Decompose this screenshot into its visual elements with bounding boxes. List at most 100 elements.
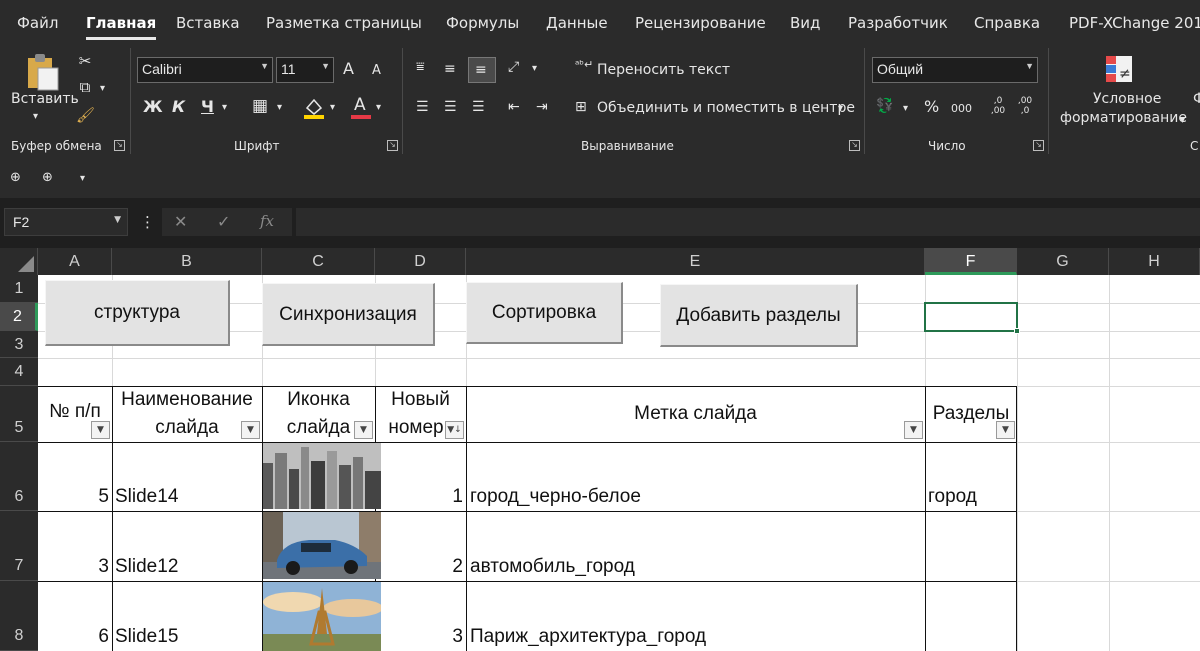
slide-thumbnail-paris[interactable] [263,582,381,651]
chevron-down-icon[interactable]: ▾ [33,108,38,126]
underline-dropdown-icon[interactable]: ▾ [222,99,227,117]
sort-button[interactable]: Сортировка [466,282,623,344]
cell-new-number[interactable]: 3 [375,626,463,648]
orientation-dropdown-icon[interactable]: ▾ [532,60,537,78]
format-as-table-label[interactable]: Ф [1193,91,1200,107]
tab-review[interactable]: Рецензирование [635,14,766,32]
number-launcher-icon[interactable]: ↘ [1033,140,1044,151]
cancel-icon[interactable]: ✕ [174,213,187,231]
row-header-7[interactable]: 7 [0,511,38,581]
tab-insert[interactable]: Вставка [176,14,240,32]
cut-icon[interactable]: ✂ [76,52,94,70]
tab-view[interactable]: Вид [790,14,820,32]
cell-name[interactable]: Slide15 [115,626,178,648]
underline-button[interactable]: Ч [201,98,214,116]
row-header-2[interactable]: 2 [0,303,38,331]
chevron-down-icon[interactable]: ▼ [114,215,121,225]
currency-format-icon[interactable]: 💱 [876,97,893,115]
format-painter-icon[interactable]: 🖌 [76,106,95,124]
cell-num[interactable]: 6 [38,626,109,648]
font-color-dropdown-icon[interactable]: ▾ [376,99,381,117]
tab-help[interactable]: Справка [974,14,1040,32]
font-name-select[interactable]: Calibri ▼ [137,57,273,83]
column-header-a[interactable]: A [38,248,112,275]
cell-slide-tag[interactable]: город_черно-белое [470,486,641,508]
copy-icon[interactable]: ⧉ [76,78,94,96]
orientation-icon[interactable]: ⤢ [508,58,519,76]
filter-dropdown-icon[interactable]: ▼ [996,421,1015,439]
row-header-4[interactable]: 4 [0,358,38,386]
fill-handle[interactable] [1014,328,1020,334]
cell-slide-tag[interactable]: автомобиль_город [470,556,635,578]
increase-indent-icon[interactable]: ⇥ [536,98,548,116]
number-format-select[interactable]: Общий ▼ [872,57,1038,83]
select-all-corner[interactable] [0,248,38,275]
row-header-8[interactable]: 8 [0,581,38,651]
cell-new-number[interactable]: 2 [375,556,463,578]
font-size-select[interactable]: 11 ▼ [276,57,334,83]
conditional-format-label[interactable]: Условное [1093,91,1161,107]
font-color-icon[interactable]: A [350,94,372,120]
formula-input[interactable] [296,208,1200,236]
slide-thumbnail-car-city[interactable] [263,512,381,579]
hierarchy-icon[interactable]: ⊕ [42,169,53,187]
slide-thumbnail-city-bw[interactable] [263,443,381,509]
align-middle-icon[interactable]: ≡ [444,60,456,78]
cell-slide-tag[interactable]: Париж_архитектура_город [470,626,706,648]
filter-dropdown-icon[interactable]: ▼ [904,421,923,439]
wrap-text-button[interactable]: Переносить текст [597,62,730,78]
column-header-f[interactable]: F [925,248,1017,275]
column-header-e[interactable]: E [466,248,925,275]
name-box[interactable]: F2 ▼ [4,208,128,236]
column-header-g[interactable]: G [1017,248,1109,275]
hierarchy-icon[interactable]: ⊕ [10,169,21,187]
fill-color-icon[interactable] [303,96,325,120]
font-launcher-icon[interactable]: ↘ [387,140,398,151]
merge-dropdown-icon[interactable]: ▾ [838,100,843,118]
align-top-icon[interactable]: ⩸ [416,58,425,76]
sort-filter-icon[interactable]: ▼↓ [445,421,464,439]
row-header-6[interactable]: 6 [0,442,38,511]
thousands-button[interactable]: 000 [951,100,972,118]
filter-dropdown-icon[interactable]: ▼ [91,421,110,439]
tab-pdf-xchange[interactable]: PDF-XChange 201 [1069,14,1200,32]
currency-dropdown-icon[interactable]: ▾ [903,100,908,118]
align-right-icon[interactable]: ☰ [472,98,485,116]
tab-formulas[interactable]: Формулы [446,14,519,32]
align-left-icon[interactable]: ☰ [416,98,429,116]
increase-decimal-button[interactable]: ,0 ,00 [988,96,1008,116]
borders-dropdown-icon[interactable]: ▾ [277,99,282,117]
tab-home[interactable]: Главная [86,14,157,40]
fill-color-dropdown-icon[interactable]: ▾ [330,99,335,117]
font-grow-icon[interactable]: A [343,60,354,78]
align-bottom-button[interactable]: ≡ [468,57,496,83]
tab-page-layout[interactable]: Разметка страницы [266,14,422,32]
row-header-3[interactable]: 3 [0,331,38,358]
row-header-5[interactable]: 5 [0,386,38,442]
italic-button[interactable]: К [172,98,185,116]
borders-icon[interactable]: ▦ [252,97,268,115]
alignment-launcher-icon[interactable]: ↘ [849,140,860,151]
paste-icon[interactable] [24,52,60,92]
structure-button[interactable]: структура [45,280,230,346]
enter-icon[interactable]: ✓ [217,213,230,231]
paste-button[interactable]: Вставить [11,91,79,107]
cell-name[interactable]: Slide14 [115,486,178,508]
cell-name[interactable]: Slide12 [115,556,178,578]
font-shrink-icon[interactable]: A [372,62,381,80]
insert-function-icon[interactable]: fx [260,212,274,230]
customize-qat-icon[interactable]: ▾ [80,170,85,188]
merge-center-button[interactable]: Объединить и поместить в центре [597,100,855,116]
decrease-indent-icon[interactable]: ⇤ [508,98,520,116]
bold-button[interactable]: Ж [143,98,163,116]
percent-button[interactable]: % [924,98,939,116]
align-center-icon[interactable]: ☰ [444,98,457,116]
decrease-decimal-button[interactable]: ,00 ,0 [1015,96,1035,116]
filter-dropdown-icon[interactable]: ▼ [354,421,373,439]
cell-new-number[interactable]: 1 [375,486,463,508]
column-header-h[interactable]: H [1109,248,1200,275]
tab-developer[interactable]: Разработчик [848,14,948,32]
filter-dropdown-icon[interactable]: ▼ [241,421,260,439]
cell-num[interactable]: 3 [38,556,109,578]
conditional-format-label[interactable]: форматирование [1060,110,1187,126]
